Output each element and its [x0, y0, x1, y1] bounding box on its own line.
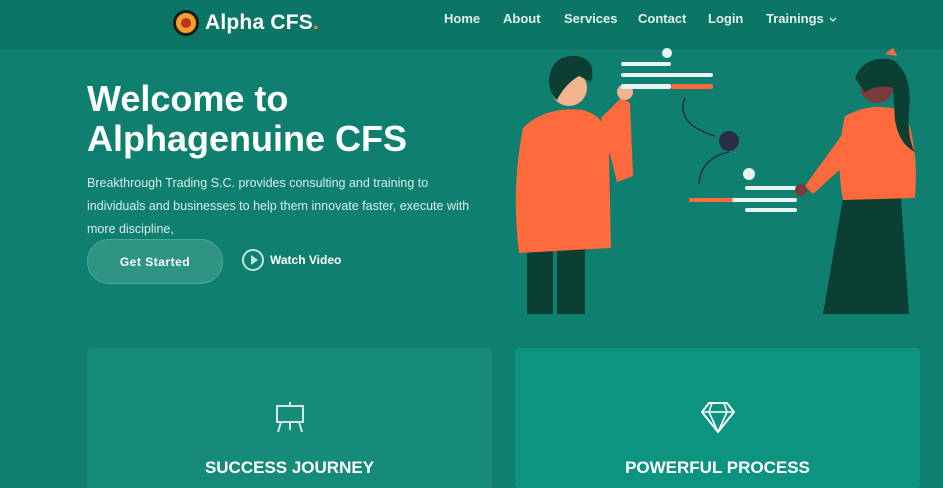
chart-bars-decoration	[621, 48, 797, 212]
nav-trainings-label: Trainings	[766, 11, 824, 26]
nav-contact[interactable]: Contact	[638, 11, 686, 26]
man-figure-icon	[515, 55, 633, 314]
hero-description: Breakthrough Trading S.C. provides consu…	[87, 176, 470, 236]
chevron-down-icon	[829, 17, 837, 22]
nav-about[interactable]: About	[503, 11, 541, 26]
woman-figure-icon	[795, 48, 916, 314]
watch-video-button[interactable]: Watch Video	[242, 249, 341, 271]
play-icon	[242, 249, 264, 271]
logo-emblem-icon	[173, 10, 199, 36]
watch-video-label: Watch Video	[270, 253, 342, 267]
feature-card-success-journey[interactable]: SUCCESS JOURNEY	[87, 348, 492, 488]
brand-logo[interactable]: Alpha CFS.	[173, 10, 319, 36]
hero-illustration	[515, 48, 916, 314]
presentation-board-icon	[275, 402, 304, 433]
nav-login[interactable]: Login	[708, 11, 743, 26]
brand-dot: .	[312, 11, 320, 34]
nav-home[interactable]: Home	[444, 11, 480, 26]
brand-name: Alpha CFS.	[205, 11, 319, 35]
feature-card-powerful-process[interactable]: POWERFUL PROCESS	[515, 348, 920, 488]
diamond-icon	[700, 402, 735, 433]
card-title: SUCCESS JOURNEY	[204, 458, 375, 477]
hero-title: Welcome to Alphagenuine CFS	[87, 79, 507, 159]
hero-title-line2: Alphagenuine CFS	[87, 118, 408, 159]
hero-title-line1: Welcome to	[87, 78, 289, 119]
nav-services[interactable]: Services	[564, 11, 618, 26]
nav-trainings[interactable]: Trainings	[766, 11, 837, 26]
get-started-button[interactable]: Get Started	[87, 239, 223, 284]
brand-name-text: Alpha CFS	[205, 11, 313, 34]
site-header: Alpha CFS. Home About Services Contact L…	[0, 0, 943, 50]
card-title: POWERFUL PROCESS	[625, 458, 810, 477]
